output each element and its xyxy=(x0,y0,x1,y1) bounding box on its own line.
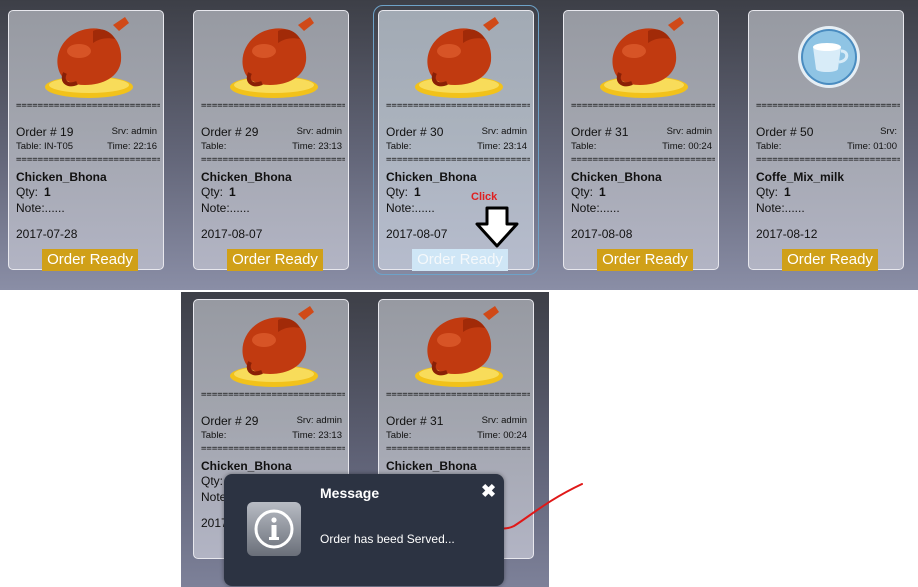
order-ready-button[interactable]: Order Ready xyxy=(782,249,878,271)
order-number: Order # 29 xyxy=(201,414,259,428)
order-number: Order # 31 xyxy=(571,125,629,139)
time-label: Time: 23:13 xyxy=(292,430,342,441)
table-label: Table: xyxy=(571,141,597,152)
order-card[interactable]: ================================ Order #… xyxy=(563,10,719,271)
order-ready-button[interactable]: Order Ready xyxy=(227,249,323,271)
time-label: Time: 22:16 xyxy=(107,141,157,152)
separator: ================================ xyxy=(386,102,530,111)
quantity: Qty: 1 xyxy=(386,185,421,199)
order-cards-strip: ================================ Order #… xyxy=(0,0,918,290)
order-number: Order # 30 xyxy=(386,125,444,139)
order-date: 2017-07-28 xyxy=(16,227,78,241)
roast-chicken-icon xyxy=(45,17,133,98)
separator: ================================ xyxy=(201,445,345,454)
note: Note:...... xyxy=(201,201,250,215)
order-card[interactable]: ================================ Order #… xyxy=(193,10,349,271)
server-label: Srv: admin xyxy=(296,415,342,426)
roast-chicken-icon xyxy=(230,306,318,387)
separator: ================================ xyxy=(571,156,715,165)
roast-chicken-icon xyxy=(415,17,503,98)
time-label: Time: 00:24 xyxy=(477,430,527,441)
roast-chicken-icon xyxy=(600,17,688,98)
time-label: Time: 01:00 xyxy=(847,141,897,152)
server-label: Srv: admin xyxy=(111,126,157,137)
quantity: Qty: 1 xyxy=(756,185,791,199)
order-ready-button[interactable]: Order Ready xyxy=(597,249,693,271)
note: Note:...... xyxy=(571,201,620,215)
separator: ================================ xyxy=(386,156,530,165)
order-number: Order # 19 xyxy=(16,125,74,139)
separator: ================================ xyxy=(386,445,530,454)
message-dialog: Message ✖ Order has beed Served... xyxy=(224,474,504,586)
click-annotation: Click xyxy=(471,191,498,203)
order-ready-button[interactable]: Order Ready xyxy=(42,249,138,271)
server-label: Srv: admin xyxy=(481,126,527,137)
table-label: Table: xyxy=(201,141,227,152)
time-label: Time: 00:24 xyxy=(662,141,712,152)
separator: ================================ xyxy=(386,391,530,400)
table-label: Table: xyxy=(756,141,782,152)
roast-chicken-icon xyxy=(230,17,318,98)
order-card[interactable]: ================================ Order #… xyxy=(8,10,164,271)
time-label: Time: 23:14 xyxy=(477,141,527,152)
down-arrow-icon xyxy=(475,206,519,248)
close-icon[interactable]: ✖ xyxy=(481,482,496,500)
separator: ================================ xyxy=(201,102,345,111)
separator: ================================ xyxy=(201,391,345,400)
quantity: Qty: 1 xyxy=(201,185,236,199)
item-name: Chicken_Bhona xyxy=(386,170,477,184)
table-label: Table: xyxy=(386,430,412,441)
order-ready-button[interactable]: Order Ready xyxy=(412,249,508,271)
order-number: Order # 29 xyxy=(201,125,259,139)
separator: ================================ xyxy=(16,156,160,165)
item-name: Chicken_Bhona xyxy=(571,170,662,184)
coffee-cup-icon xyxy=(798,26,860,88)
order-date: 2017-08-07 xyxy=(386,227,448,241)
server-label: Srv: xyxy=(880,126,897,137)
item-name: Chicken_Bhona xyxy=(201,170,292,184)
separator: ================================ xyxy=(571,102,715,111)
table-label: Table: xyxy=(386,141,412,152)
item-name: Coffe_Mix_milk xyxy=(756,170,845,184)
order-date: 2017-08-12 xyxy=(756,227,818,241)
order-number: Order # 50 xyxy=(756,125,814,139)
roast-chicken-icon xyxy=(415,306,503,387)
dialog-message: Order has beed Served... xyxy=(320,532,455,546)
note: Note:...... xyxy=(386,201,435,215)
order-card[interactable]: ================================ Order #… xyxy=(748,10,904,271)
note: Note xyxy=(201,490,227,504)
table-label: Table: IN-T05 xyxy=(16,141,74,152)
item-name: Chicken_Bhona xyxy=(201,459,292,473)
server-label: Srv: admin xyxy=(296,126,342,137)
table-label: Table: xyxy=(201,430,227,441)
server-label: Srv: admin xyxy=(481,415,527,426)
quantity: Qty: xyxy=(201,474,224,488)
info-icon xyxy=(247,502,301,556)
item-name: Chicken_Bhona xyxy=(386,459,477,473)
order-date: 2017-08-08 xyxy=(571,227,633,241)
separator: ================================ xyxy=(756,156,900,165)
separator: ================================ xyxy=(201,156,345,165)
note: Note:...... xyxy=(16,201,65,215)
order-date: 2017-08-07 xyxy=(201,227,263,241)
server-label: Srv: admin xyxy=(666,126,712,137)
quantity: Qty: 1 xyxy=(16,185,51,199)
separator: ================================ xyxy=(756,102,900,111)
dialog-title: Message xyxy=(320,485,380,501)
time-label: Time: 23:13 xyxy=(292,141,342,152)
item-name: Chicken_Bhona xyxy=(16,170,107,184)
order-number: Order # 31 xyxy=(386,414,444,428)
note: Note:...... xyxy=(756,201,805,215)
separator: ================================ xyxy=(16,102,160,111)
quantity: Qty: 1 xyxy=(571,185,606,199)
